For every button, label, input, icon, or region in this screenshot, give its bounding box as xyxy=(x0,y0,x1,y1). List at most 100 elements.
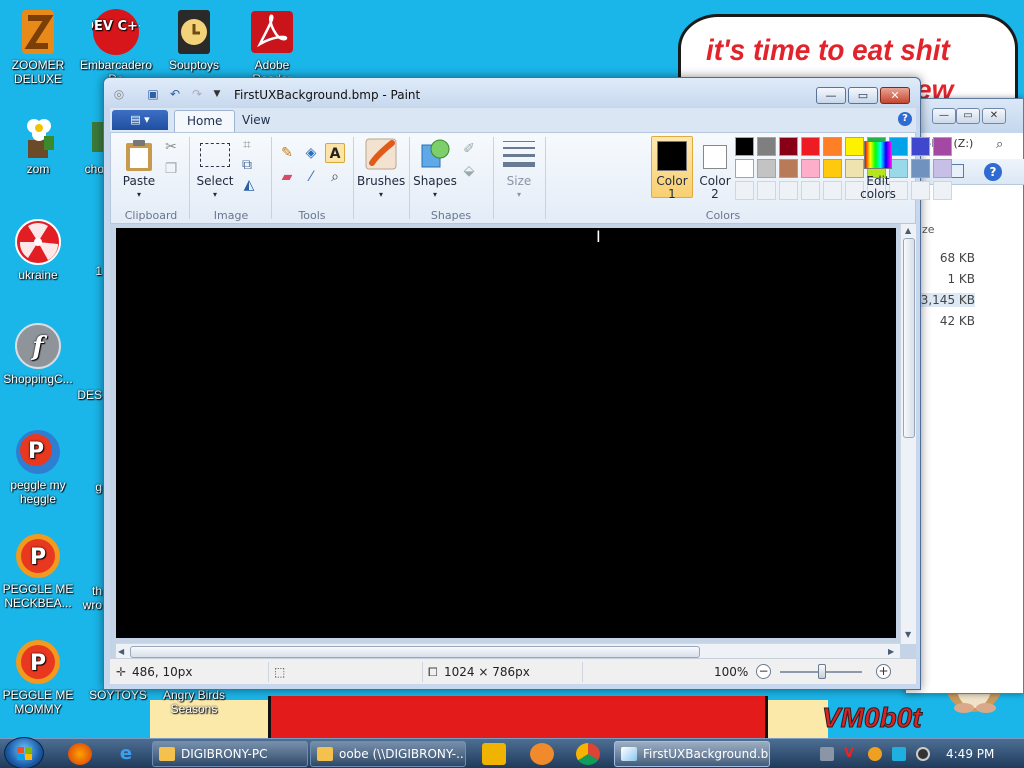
explorer-titlebar[interactable]: — ▭ ✕ xyxy=(906,99,1023,133)
explorer-close-button[interactable]: ✕ xyxy=(982,108,1006,124)
copy-icon[interactable]: ❐ xyxy=(161,159,181,179)
network-tray-icon[interactable] xyxy=(820,747,834,761)
paint-menu-button[interactable]: ▤ ▾ xyxy=(112,110,168,130)
paint-titlebar[interactable]: ◎ ▣ ↶ ↷ ▼ FirstUXBackground.bmp - Paint … xyxy=(104,78,920,108)
desktop-icon-partial-1[interactable]: 1 xyxy=(74,264,102,278)
close-button[interactable]: ✕ xyxy=(880,87,910,104)
clock[interactable]: 4:49 PM xyxy=(946,747,994,761)
fill-icon[interactable]: ◈ xyxy=(301,143,321,163)
color-swatch[interactable] xyxy=(933,137,952,156)
zoom-in-button[interactable]: + xyxy=(876,664,891,679)
minimize-button[interactable]: — xyxy=(816,87,846,104)
desktop-icon-partial-des[interactable]: DES xyxy=(72,388,102,402)
color-swatch[interactable] xyxy=(779,137,798,156)
explorer-maximize-button[interactable]: ▭ xyxy=(956,108,980,124)
vertical-scrollbar[interactable]: ▲ ▼ xyxy=(900,224,916,644)
color1-button[interactable]: Color 1 xyxy=(651,136,693,201)
taskbar-item-paint[interactable]: FirstUXBackground.b... xyxy=(614,741,770,767)
pencil-icon[interactable]: ✎ xyxy=(277,143,297,163)
volume-tray-icon[interactable] xyxy=(916,747,930,761)
firefox-icon[interactable] xyxy=(68,743,92,765)
color-picker-icon[interactable]: ⁄ xyxy=(301,167,321,187)
outline-icon[interactable]: ✐ xyxy=(459,139,479,159)
media-player-icon[interactable] xyxy=(482,743,506,765)
taskbar-item-oobe[interactable]: oobe (\\DIGIBRONY-... xyxy=(310,741,466,767)
color-swatch[interactable] xyxy=(823,137,842,156)
paste-button[interactable]: Paste ▾ xyxy=(119,139,159,199)
scroll-up-icon[interactable]: ▲ xyxy=(905,226,911,235)
rotate-icon[interactable]: ◭ xyxy=(239,175,259,195)
explorer-minimize-button[interactable]: — xyxy=(932,108,956,124)
desktop-icon-embarcadero[interactable]: DEV C++ Embarcadero De xyxy=(78,8,154,86)
help-icon[interactable]: ? xyxy=(984,163,1002,181)
desktop-icon-ukraine[interactable]: ukraine xyxy=(0,218,76,282)
paint-app-icon[interactable]: ◎ xyxy=(112,87,126,101)
scroll-right-icon[interactable]: ▶ xyxy=(888,647,894,656)
maximize-button[interactable]: ▭ xyxy=(848,87,878,104)
desktop-icon-angry-birds[interactable]: Angry Birds Seasons xyxy=(156,688,232,716)
edit-colors-button[interactable]: Edit colors xyxy=(857,137,899,201)
text-tool-icon[interactable]: A xyxy=(325,143,345,163)
custom-color-slot[interactable] xyxy=(933,181,952,200)
chrome-icon[interactable] xyxy=(576,743,600,765)
shapes-button[interactable]: Shapes ▾ xyxy=(413,137,457,201)
desktop-icon-partial-g[interactable]: g xyxy=(80,480,102,494)
color-swatch[interactable] xyxy=(911,159,930,178)
horizontal-scrollbar[interactable]: ◀ ▶ xyxy=(116,643,900,659)
resize-icon[interactable]: ⧉ xyxy=(237,155,257,175)
display-tray-icon[interactable] xyxy=(892,747,906,761)
save-icon[interactable]: ▣ xyxy=(146,87,160,101)
custom-color-slot[interactable] xyxy=(779,181,798,200)
desktop-icon-shopping[interactable]: f ShoppingC... xyxy=(0,322,76,386)
start-button[interactable] xyxy=(4,737,44,768)
antivirus-tray-icon[interactable]: V xyxy=(844,747,858,761)
search-icon[interactable]: ⌕ xyxy=(996,137,1003,152)
desktop-icon-peggle-mommy[interactable]: P PEGGLE ME MOMMY xyxy=(0,638,76,716)
custom-color-slot[interactable] xyxy=(911,181,930,200)
desktop-icon-soytoys[interactable]: SOYTOYS xyxy=(80,688,156,702)
color-swatch[interactable] xyxy=(779,159,798,178)
color-swatch[interactable] xyxy=(823,159,842,178)
tab-view[interactable]: View xyxy=(230,110,282,132)
desktop-icon-cho[interactable]: cho xyxy=(64,112,104,176)
redo-icon[interactable]: ↷ xyxy=(190,87,204,101)
search-tray-icon[interactable] xyxy=(868,747,882,761)
desktop-icon-peggle-neckbeard[interactable]: P PEGGLE ME NECKBEA... xyxy=(0,532,76,610)
taskbar-item-explorer[interactable]: DIGIBRONY-PC xyxy=(152,741,308,767)
color-swatch[interactable] xyxy=(801,137,820,156)
magnifier-icon[interactable]: ⌕ xyxy=(325,167,345,187)
color2-button[interactable]: Color 2 xyxy=(695,137,735,201)
desktop-icon-souptoys[interactable]: Souptoys xyxy=(156,8,232,72)
undo-icon[interactable]: ↶ xyxy=(168,87,182,101)
crop-icon[interactable]: ⌗ xyxy=(237,135,257,155)
custom-color-slot[interactable] xyxy=(823,181,842,200)
tab-home[interactable]: Home xyxy=(174,110,236,132)
color-swatch[interactable] xyxy=(735,159,754,178)
scroll-left-icon[interactable]: ◀ xyxy=(118,647,124,656)
size-column-header[interactable]: ze xyxy=(922,223,935,236)
desktop-icon-peggle-my-heggle[interactable]: P peggle my heggle xyxy=(0,428,76,506)
drawing-canvas[interactable] xyxy=(116,228,896,638)
color-swatch[interactable] xyxy=(757,137,776,156)
desktop-icon-zoomer-deluxe[interactable]: ZOOMER DELUXE xyxy=(0,8,76,86)
color-swatch[interactable] xyxy=(735,137,754,156)
color-swatch[interactable] xyxy=(757,159,776,178)
vertical-scroll-thumb[interactable] xyxy=(903,238,915,438)
color-swatch[interactable] xyxy=(933,159,952,178)
color-swatch[interactable] xyxy=(801,159,820,178)
custom-color-slot[interactable] xyxy=(757,181,776,200)
app-icon[interactable] xyxy=(530,743,554,765)
fill-style-icon[interactable]: ⬙ xyxy=(459,161,479,181)
desktop-icon-adobe-reader[interactable]: Adobe Reader xyxy=(234,8,310,86)
internet-explorer-icon[interactable]: e xyxy=(114,743,138,765)
eraser-icon[interactable]: ▰ xyxy=(277,167,297,187)
help-icon[interactable]: ? xyxy=(898,112,912,126)
preview-pane-icon[interactable] xyxy=(950,164,964,178)
zoom-out-button[interactable]: − xyxy=(756,664,771,679)
select-button[interactable]: Select ▾ xyxy=(195,139,235,199)
scroll-down-icon[interactable]: ▼ xyxy=(905,630,911,639)
quick-access-dropdown-icon[interactable]: ▼ xyxy=(210,87,224,101)
horizontal-scroll-thumb[interactable] xyxy=(130,646,700,658)
zoom-slider-thumb[interactable] xyxy=(818,664,826,679)
custom-color-slot[interactable] xyxy=(801,181,820,200)
